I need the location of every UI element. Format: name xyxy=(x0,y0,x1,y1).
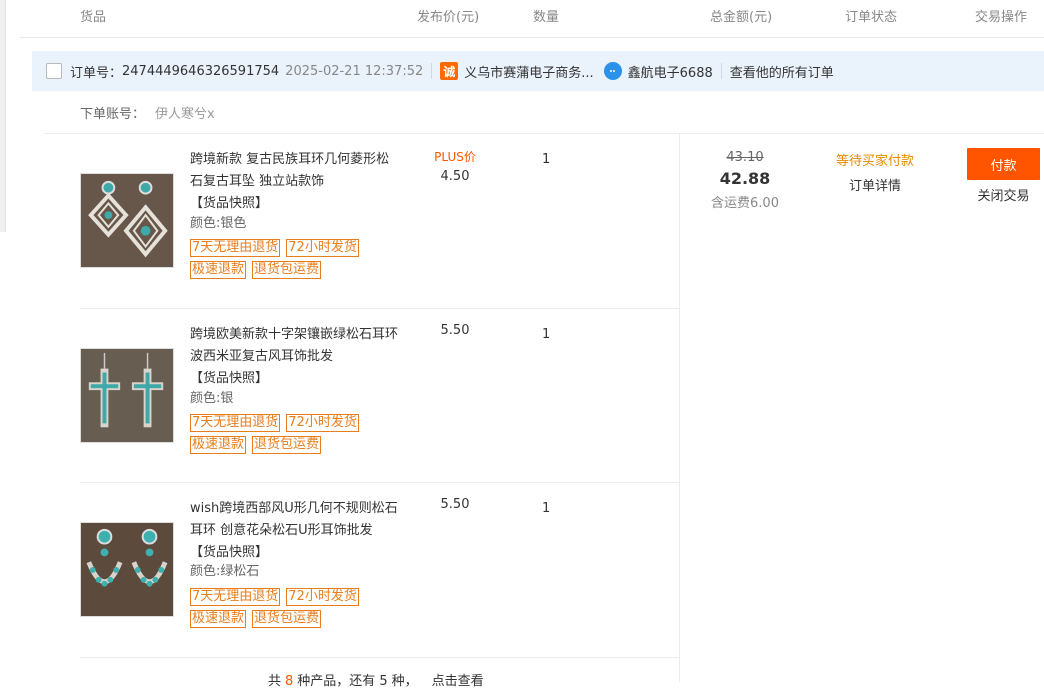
product-sku: 颜色:绿松石 xyxy=(190,564,260,579)
product-price: 5.50 xyxy=(440,323,470,338)
product-quantity: 1 xyxy=(542,152,551,167)
product-item: 跨境新款 复古民族耳环几何菱形松石复古耳坠 独立站款饰 【货品快照】 颜色:银色… xyxy=(80,134,680,309)
service-tag: 7天无理由退货 xyxy=(190,239,281,257)
service-tag: 72小时发货 xyxy=(286,239,359,257)
product-quantity: 1 xyxy=(542,501,551,516)
price-column: 5.50 xyxy=(425,497,485,512)
original-total: 43.10 xyxy=(726,150,764,165)
column-divider xyxy=(679,134,680,682)
service-tag: 72小时发货 xyxy=(286,414,359,432)
header-quantity: 数量 xyxy=(533,10,560,25)
product-thumbnail[interactable] xyxy=(80,522,174,617)
shop-name-link[interactable]: 义乌市赛蒲电子商务... xyxy=(464,62,593,81)
service-tags: 7天无理由退货 72小时发货 极速退款 退货包运费 xyxy=(190,239,390,279)
more-products-row: 共 8 种产品，还有 5 种， 点击查看 xyxy=(268,670,484,689)
header-goods: 货品 xyxy=(80,10,107,25)
product-title-text[interactable]: wish跨境西部风U形几何不规则松石耳环 创意花朵松石U形耳饰批发 xyxy=(190,501,398,538)
divider xyxy=(720,63,722,79)
chat-icon[interactable] xyxy=(603,62,622,80)
service-tag: 退货包运费 xyxy=(252,610,322,628)
shipping-fee: 含运费6.00 xyxy=(711,196,779,211)
order-status: 等待买家付款 xyxy=(835,154,914,169)
snapshot-link[interactable]: 【货品快照】 xyxy=(190,545,268,560)
account-row: 下单账号： 伊人寒兮x xyxy=(80,103,215,122)
earring-cross-image xyxy=(81,349,173,442)
product-title[interactable]: 跨境欧美新款十字架镶嵌绿松石耳环 波西米亚复古风耳饰批发 【货品快照】 xyxy=(190,324,400,390)
service-tag: 极速退款 xyxy=(190,436,247,454)
left-panel-edge xyxy=(0,0,6,232)
order-detail-link[interactable]: 订单详情 xyxy=(820,175,930,194)
service-tags: 7天无理由退货 72小时发货 极速退款 退货包运费 xyxy=(190,588,390,628)
action-column: 付款 关闭交易 xyxy=(967,148,1040,204)
header-action: 交易操作 xyxy=(975,10,1028,25)
shop-icon: 诚 xyxy=(440,62,459,80)
header-price: 发布价(元) xyxy=(417,10,480,25)
service-tag: 退货包运费 xyxy=(252,436,322,454)
divider xyxy=(431,63,433,79)
product-price: 4.50 xyxy=(440,169,470,184)
snapshot-link[interactable]: 【货品快照】 xyxy=(190,371,268,386)
earring-diamond-image xyxy=(81,174,173,267)
product-item: wish跨境西部风U形几何不规则松石耳环 创意花朵松石U形耳饰批发 【货品快照】… xyxy=(80,483,680,658)
product-title-text[interactable]: 跨境新款 复古民族耳环几何菱形松石复古耳坠 独立站款饰 xyxy=(190,152,389,189)
service-tag: 7天无理由退货 xyxy=(190,588,281,606)
seller-name-link[interactable]: 鑫航电子6688 xyxy=(628,62,713,81)
service-tag: 7天无理由退货 xyxy=(190,414,281,432)
order-time: 2025-02-21 12:37:52 xyxy=(285,63,424,79)
service-tag: 72小时发货 xyxy=(286,588,359,606)
snapshot-link[interactable]: 【货品快照】 xyxy=(190,196,268,211)
product-thumbnail[interactable] xyxy=(80,173,174,268)
view-all-orders-link[interactable]: 查看他的所有订单 xyxy=(730,62,834,81)
service-tag: 极速退款 xyxy=(190,261,247,279)
service-tag: 极速退款 xyxy=(190,610,247,628)
header-total: 总金额(元) xyxy=(710,10,773,25)
product-title[interactable]: 跨境新款 复古民族耳环几何菱形松石复古耳坠 独立站款饰 【货品快照】 xyxy=(190,149,400,215)
product-quantity: 1 xyxy=(542,327,551,342)
close-order-link[interactable]: 关闭交易 xyxy=(967,185,1040,204)
product-item: 跨境欧美新款十字架镶嵌绿松石耳环 波西米亚复古风耳饰批发 【货品快照】 颜色:银… xyxy=(80,309,680,483)
price-column: PLUS价 4.50 xyxy=(425,148,485,184)
product-list: 跨境新款 复古民族耳环几何菱形松石复古耳坠 独立站款饰 【货品快照】 颜色:银色… xyxy=(80,134,680,658)
price-column: 5.50 xyxy=(425,323,485,338)
pay-button[interactable]: 付款 xyxy=(967,148,1040,180)
product-price: 5.50 xyxy=(440,497,470,512)
final-total: 42.88 xyxy=(719,169,771,188)
order-number: 2474449646326591754 xyxy=(122,63,280,79)
product-title[interactable]: wish跨境西部风U形几何不规则松石耳环 创意花朵松石U形耳饰批发 【货品快照】 xyxy=(190,498,400,564)
order-header-bar: 订单号： 2474449646326591754 2025-02-21 12:3… xyxy=(32,51,1044,91)
product-sku: 颜色:银色 xyxy=(190,216,247,231)
status-column: 等待买家付款 订单详情 xyxy=(820,150,930,194)
service-tag: 退货包运费 xyxy=(252,261,322,279)
order-number-label: 订单号： xyxy=(70,65,123,81)
total-column: 43.10 42.88 含运费6.00 xyxy=(690,150,800,211)
product-thumbnail[interactable] xyxy=(80,348,174,443)
account-label: 下单账号： xyxy=(80,107,146,122)
product-title-text[interactable]: 跨境欧美新款十字架镶嵌绿松石耳环 波西米亚复古风耳饰批发 xyxy=(190,327,398,364)
earring-u-shape-image xyxy=(81,523,173,616)
account-name: 伊人寒兮x xyxy=(155,107,215,122)
service-tags: 7天无理由退货 72小时发货 极速退款 退货包运费 xyxy=(190,414,390,454)
column-header: 货品 发布价(元) 数量 总金额(元) 订单状态 交易操作 xyxy=(20,0,1044,38)
order-select-checkbox[interactable] xyxy=(46,63,62,79)
product-sku: 颜色:银 xyxy=(190,391,234,406)
header-status: 订单状态 xyxy=(845,10,898,25)
plus-price-badge: PLUS价 xyxy=(434,150,476,164)
